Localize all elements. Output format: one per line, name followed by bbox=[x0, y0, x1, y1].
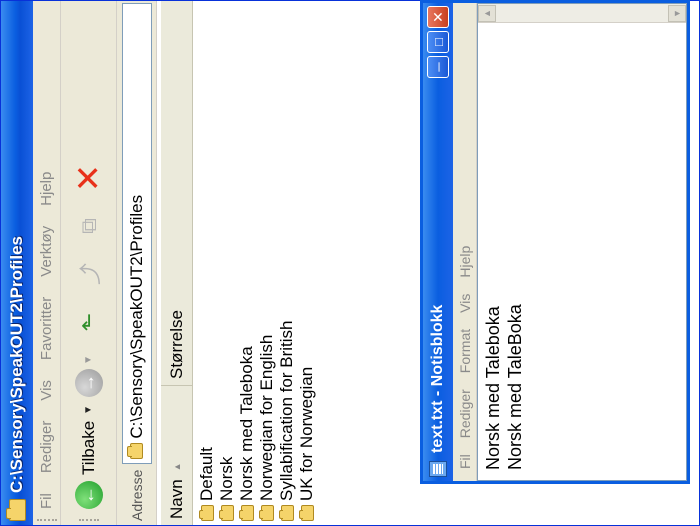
folder-icon bbox=[300, 505, 314, 521]
maximize-button[interactable]: □ bbox=[427, 31, 449, 53]
menu-fil[interactable]: Fil bbox=[457, 454, 473, 469]
menu-verktoy[interactable]: Verktøy bbox=[38, 226, 55, 277]
back-label: Tilbake bbox=[78, 420, 98, 475]
window-controls: ─ □ ✕ bbox=[427, 6, 449, 78]
menu-rediger[interactable]: Rediger bbox=[457, 389, 473, 438]
notepad-menubar: Fil Rediger Format Vis Hjelp bbox=[453, 3, 477, 481]
menu-format[interactable]: Format bbox=[457, 329, 473, 373]
folder-icon bbox=[200, 505, 214, 521]
list-item-label: Syllabification for British bbox=[277, 320, 296, 501]
list-item-label: Norsk bbox=[217, 456, 236, 501]
list-item[interactable]: Norsk bbox=[217, 321, 237, 521]
explorer-toolbar: ← Tilbake ▼ → ▼ ⬑ ⤴ ⧉ ✕ bbox=[61, 1, 117, 525]
forward-button[interactable]: → ▼ bbox=[74, 345, 103, 397]
folder-icon bbox=[130, 442, 143, 459]
notepad-titlebar[interactable]: text.txt - Notisblokk ─ □ ✕ bbox=[423, 3, 453, 481]
folder-icon bbox=[260, 505, 274, 521]
list-item[interactable]: Norsk med Taleboka bbox=[237, 321, 257, 521]
back-arrow-icon: ← bbox=[74, 481, 103, 509]
menu-hjelp[interactable]: Hjelp bbox=[38, 172, 55, 206]
address-value: C:\Sensory\SpeakOUT2\Profiles bbox=[126, 194, 146, 439]
sort-arrow-icon: ▲ bbox=[171, 462, 182, 472]
list-item[interactable]: UK for Norwegian bbox=[297, 321, 317, 521]
folder-icon bbox=[8, 499, 26, 521]
back-dropdown-icon[interactable]: ▼ bbox=[83, 405, 94, 415]
list-item-label: Norsk med Taleboka bbox=[237, 346, 256, 501]
toolbar-grip[interactable] bbox=[78, 515, 99, 521]
notepad-icon bbox=[429, 461, 447, 477]
list-item-label: Default bbox=[197, 447, 216, 501]
list-item[interactable]: Syllabification for British bbox=[277, 321, 297, 521]
column-size[interactable]: Størrelse bbox=[161, 1, 192, 385]
scroll-down-icon[interactable]: ▼ bbox=[668, 5, 686, 22]
minimize-button[interactable]: ─ bbox=[427, 56, 449, 78]
folder-icon bbox=[240, 505, 254, 521]
close-button[interactable]: ✕ bbox=[427, 6, 449, 28]
column-header: Navn ▲ Størrelse bbox=[161, 1, 193, 525]
column-name-label: Navn bbox=[166, 479, 186, 519]
scroll-up-icon[interactable]: ▲ bbox=[478, 5, 496, 22]
folder-icon bbox=[220, 505, 234, 521]
move-to-icon[interactable]: ⤴ bbox=[74, 259, 104, 289]
menu-favoritter[interactable]: Favoritter bbox=[38, 297, 55, 360]
delete-icon[interactable]: ✕ bbox=[70, 163, 108, 193]
list-item-label: UK for Norwegian bbox=[297, 366, 316, 501]
forward-arrow-icon: → bbox=[74, 368, 103, 397]
notepad-window: text.txt - Notisblokk ─ □ ✕ Fil Rediger … bbox=[420, 0, 690, 484]
copy-to-icon[interactable]: ⧉ bbox=[74, 211, 104, 241]
list-item-label: Norwegian for English bbox=[257, 334, 276, 501]
list-item[interactable]: Default bbox=[197, 321, 217, 521]
address-label: Adresse bbox=[128, 469, 145, 521]
explorer-menubar: Fil Rediger Vis Favoritter Verktøy Hjelp bbox=[33, 1, 61, 525]
column-size-label: Størrelse bbox=[166, 310, 186, 379]
back-button[interactable]: ← Tilbake ▼ bbox=[74, 405, 103, 509]
notepad-title: text.txt - Notisblokk bbox=[429, 304, 446, 453]
text-line: Norsk med TaleBoka bbox=[505, 304, 525, 470]
folder-icon bbox=[280, 505, 294, 521]
menu-rediger[interactable]: Rediger bbox=[38, 421, 55, 474]
screen-canvas: C:\Sensory\SpeakOUT2\Profiles Fil Redige… bbox=[0, 0, 700, 526]
notepad-text-area[interactable]: Norsk med Taleboka Norsk med TaleBoka ▲ … bbox=[477, 3, 687, 481]
forward-dropdown-icon[interactable]: ▼ bbox=[83, 355, 94, 365]
file-list: Default Norsk Norsk med Taleboka Norwegi… bbox=[197, 321, 317, 521]
address-bar: Adresse C:\Sensory\SpeakOUT2\Profiles bbox=[117, 1, 157, 525]
menu-fil[interactable]: Fil bbox=[38, 493, 55, 509]
explorer-title: C:\Sensory\SpeakOUT2\Profiles bbox=[7, 236, 26, 493]
menu-vis[interactable]: Vis bbox=[457, 294, 473, 313]
text-line: Norsk med Taleboka bbox=[483, 306, 503, 470]
toolbar-grip[interactable] bbox=[36, 515, 57, 521]
folder-up-icon[interactable]: ⬑ bbox=[74, 307, 104, 337]
list-item[interactable]: Norwegian for English bbox=[257, 321, 277, 521]
vertical-scrollbar[interactable]: ▲ ▼ bbox=[478, 4, 686, 23]
address-input[interactable]: C:\Sensory\SpeakOUT2\Profiles bbox=[121, 3, 152, 464]
column-name[interactable]: Navn ▲ bbox=[161, 385, 192, 525]
menu-hjelp[interactable]: Hjelp bbox=[457, 246, 473, 278]
menu-vis[interactable]: Vis bbox=[38, 380, 55, 401]
explorer-titlebar[interactable]: C:\Sensory\SpeakOUT2\Profiles bbox=[1, 1, 33, 525]
